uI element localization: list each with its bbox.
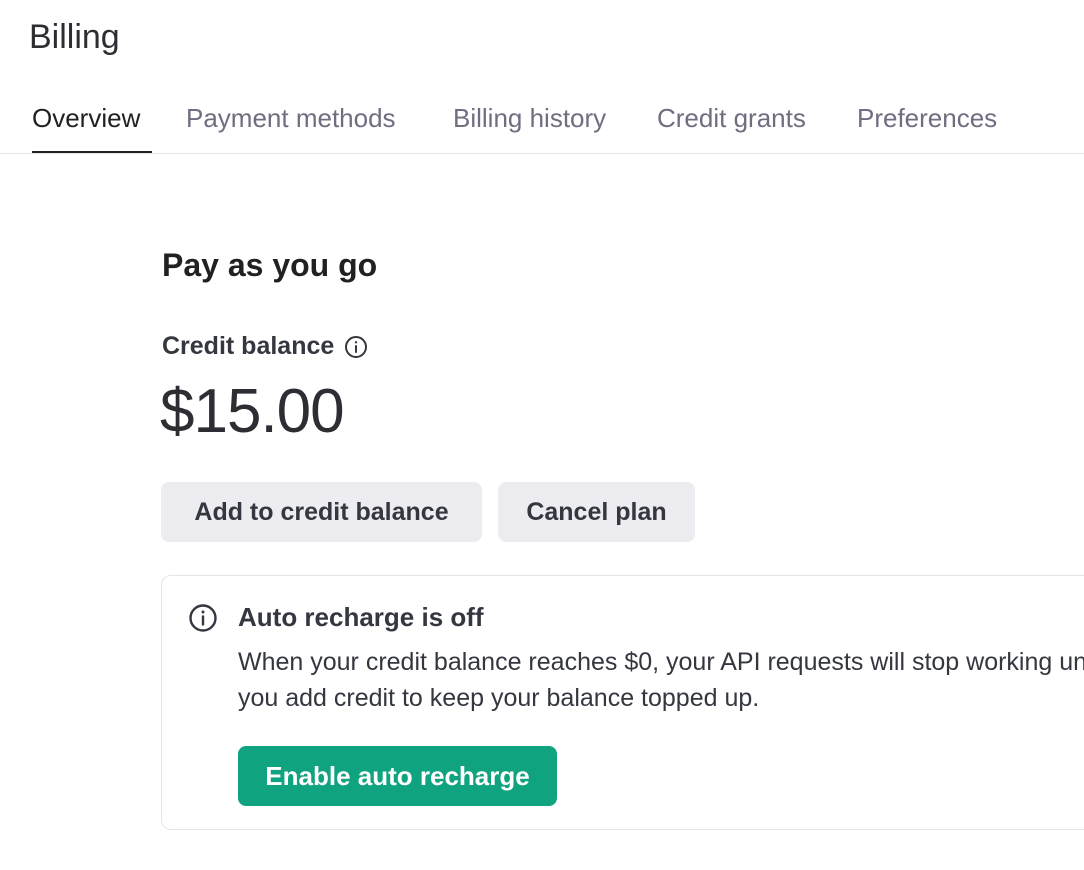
page-title: Billing bbox=[29, 18, 120, 56]
tab-preferences[interactable]: Preferences bbox=[857, 103, 997, 134]
active-tab-underline bbox=[32, 151, 152, 153]
auto-recharge-card: Auto recharge is off When your credit ba… bbox=[161, 575, 1084, 830]
billing-tabs: Overview Payment methods Billing history… bbox=[0, 96, 1084, 154]
plan-title: Pay as you go bbox=[162, 247, 378, 283]
auto-recharge-description: When your credit balance reaches $0, you… bbox=[238, 648, 1084, 712]
tab-payment-methods[interactable]: Payment methods bbox=[186, 103, 396, 134]
info-circle-icon bbox=[188, 603, 218, 633]
tab-credit-grants[interactable]: Credit grants bbox=[657, 103, 806, 134]
tab-billing-history[interactable]: Billing history bbox=[453, 103, 606, 134]
tab-overview[interactable]: Overview bbox=[32, 103, 140, 134]
enable-auto-recharge-button[interactable]: Enable auto recharge bbox=[238, 746, 557, 806]
credit-balance-amount: $15.00 bbox=[160, 377, 345, 446]
add-to-credit-balance-button[interactable]: Add to credit balance bbox=[161, 482, 482, 542]
auto-recharge-title: Auto recharge is off bbox=[238, 602, 484, 632]
credit-balance-label: Credit balance bbox=[162, 332, 368, 361]
credit-balance-label-text: Credit balance bbox=[162, 332, 335, 360]
info-icon[interactable] bbox=[344, 335, 368, 359]
cancel-plan-button[interactable]: Cancel plan bbox=[498, 482, 695, 542]
